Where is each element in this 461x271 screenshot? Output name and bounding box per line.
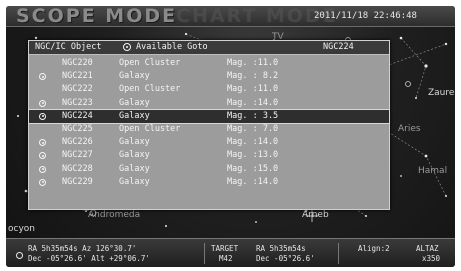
target-dec: Dec -05°26.6' [256, 254, 315, 263]
goto-filter-icon [123, 43, 131, 51]
scope-mode-title: SCOPE MODE [16, 6, 178, 27]
star [165, 225, 167, 227]
goto-available-icon [39, 73, 46, 81]
object-magnitude: Mag. :11.0 [227, 58, 279, 68]
goto-available-icon [39, 99, 46, 107]
star [400, 175, 402, 177]
available-goto-filter[interactable]: Available Goto [136, 42, 208, 53]
star [444, 42, 448, 46]
sky-label-andromeda: Andromeda [88, 210, 141, 220]
object-id: NGC227 [62, 150, 93, 161]
star [365, 215, 367, 217]
object-type: Galaxy [119, 150, 150, 161]
goto-available-icon [39, 112, 46, 120]
object-type: Galaxy [119, 176, 150, 187]
target-label: TARGET [211, 244, 239, 253]
star [424, 64, 428, 68]
sky-label-procyon: ocyon [8, 224, 35, 234]
object-magnitude: Mag. :13.0 [227, 150, 279, 161]
list-item[interactable]: NGC221 Galaxy Mag. : 8.2 [29, 70, 389, 83]
zoom-level: x350 [422, 254, 441, 263]
status-divider [338, 243, 339, 264]
object-id: NGC223 [62, 97, 93, 108]
object-type: Open Cluster [119, 58, 181, 68]
object-id: NGC221 [62, 71, 93, 82]
object-id: NGC224 [62, 110, 93, 121]
star [85, 210, 87, 212]
status-bar: RA 5h35m54s Az 126°30.7' Dec -05°26.6' A… [6, 238, 455, 267]
star [34, 36, 38, 40]
status-divider [204, 243, 205, 264]
object-type: Galaxy [119, 97, 150, 108]
scope-position-icon [16, 252, 23, 259]
list-item[interactable]: NGC228 Galaxy Mag. :15.0 [29, 163, 389, 176]
object-id: NGC228 [62, 163, 93, 174]
galaxy-marker-icon [405, 81, 411, 87]
list-item[interactable]: NGC220 Open Cluster Mag. :11.0 [29, 57, 389, 70]
target-ra: RA 5h35m54s [256, 244, 306, 253]
object-magnitude: Mag. : 8.2 [227, 71, 279, 82]
dialog-titlebar: NGC/IC Object Available Goto NGC224 [29, 41, 389, 55]
list-item[interactable]: NGC226 Galaxy Mag. :14.0 [29, 136, 389, 149]
sky-label-arneb: Arneb [302, 210, 329, 220]
object-type: Galaxy [119, 163, 150, 174]
list-item[interactable]: NGC225 Open Cluster Mag. : 7.0 [29, 123, 389, 136]
object-magnitude: Mag. :14.0 [227, 176, 279, 187]
star [415, 97, 417, 99]
object-id: NGC225 [62, 123, 93, 134]
object-magnitude: Mag. :14.0 [227, 137, 279, 148]
object-id: NGC222 [62, 84, 93, 95]
photo-frame: TV Zaure Andromeda Aries Hamal Arneb ocy… [0, 0, 461, 271]
object-type: Galaxy [119, 137, 150, 148]
star [445, 195, 447, 197]
object-magnitude: Mag. : 3.5 [227, 110, 279, 121]
object-magnitude: Mag. :14.0 [227, 97, 279, 108]
object-type: Galaxy [119, 71, 150, 82]
object-id: NGC229 [62, 176, 93, 187]
object-type: Galaxy [119, 110, 150, 121]
goto-available-icon [39, 139, 46, 147]
scope-ra-az: RA 5h35m54s Az 126°30.7' [28, 244, 137, 253]
constellation-line [400, 37, 427, 99]
star [17, 115, 19, 117]
star [399, 36, 403, 40]
mode-header: SCOPE MODE CHART MODE 2011/11/18 22:46:4… [6, 6, 455, 27]
list-item-selected[interactable]: NGC224 Galaxy Mag. : 3.5 [28, 108, 390, 124]
sky-label-aries: Aries [398, 124, 421, 134]
goto-available-icon [39, 152, 46, 160]
object-id: NGC220 [62, 58, 93, 68]
date-time-display: 2011/11/18 22:46:48 [314, 11, 417, 21]
object-type: Open Cluster [119, 123, 181, 134]
object-magnitude: Mag. :11.0 [227, 84, 279, 95]
goto-available-icon [39, 165, 46, 173]
star [184, 32, 188, 36]
target-name: M42 [219, 254, 233, 263]
object-list: NGC220 Open Cluster Mag. :11.0 NGC221 Ga… [28, 57, 390, 189]
sky-label-hamal: Hamal [418, 166, 448, 176]
sky-label-zaure: Zaure [428, 88, 455, 98]
constellation-line [385, 43, 447, 67]
list-item[interactable]: NGC227 Galaxy Mag. :13.0 [29, 149, 389, 162]
object-list-dialog: NGC/IC Object Available Goto NGC224 NGC2… [28, 40, 390, 210]
object-id: NGC226 [62, 137, 93, 148]
scope-dec-alt: Dec -05°26.6' Alt +29°06.7' [28, 254, 150, 263]
object-magnitude: Mag. : 7.0 [227, 123, 279, 134]
list-item[interactable]: NGC223 Galaxy Mag. :14.0 [29, 97, 389, 110]
star [424, 154, 428, 158]
object-magnitude: Mag. :15.0 [227, 163, 279, 174]
catalog-label[interactable]: NGC/IC Object [35, 42, 102, 53]
list-item[interactable]: NGC229 Galaxy Mag. :14.0 [29, 176, 389, 189]
mount-mode: ALTAZ [416, 244, 439, 253]
star [24, 189, 28, 193]
goto-available-icon [39, 178, 46, 186]
hand-controller-screen: TV Zaure Andromeda Aries Hamal Arneb ocy… [6, 6, 455, 267]
list-item[interactable]: NGC222 Open Cluster Mag. :11.0 [29, 83, 389, 96]
current-object-label: NGC224 [323, 42, 354, 52]
star [255, 221, 257, 223]
object-type: Open Cluster [119, 84, 181, 95]
align-status: Align:2 [358, 244, 390, 253]
